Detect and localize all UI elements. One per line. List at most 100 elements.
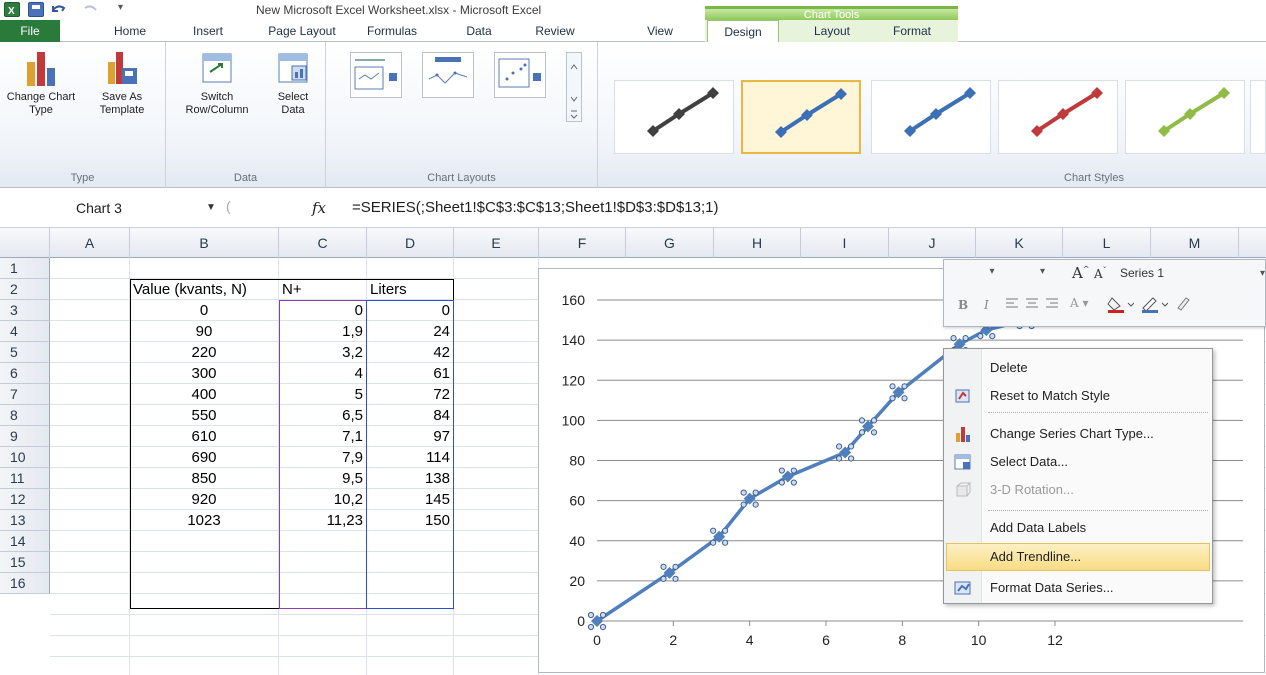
select-data-button[interactable]: Select Data bbox=[266, 48, 320, 117]
column-header-e[interactable]: E bbox=[454, 228, 539, 258]
table-cell[interactable]: 90 bbox=[130, 321, 278, 342]
table-cell[interactable]: 7,1 bbox=[279, 426, 366, 447]
table-cell[interactable]: 5 bbox=[279, 384, 366, 405]
tab-home[interactable]: Home bbox=[100, 20, 160, 42]
font-color-icon[interactable]: A ▾ bbox=[1070, 296, 1089, 310]
table-cell[interactable]: 10,2 bbox=[279, 489, 366, 510]
save-as-template-button[interactable]: Save As Template bbox=[82, 48, 162, 117]
menu-item-select-data[interactable]: Select Data... bbox=[946, 448, 1210, 476]
menu-item-add-data-labels[interactable]: Add Data Labels bbox=[946, 514, 1210, 542]
table-cell[interactable]: 97 bbox=[367, 426, 453, 447]
column-header-c[interactable]: C bbox=[279, 228, 367, 258]
select-all-corner[interactable] bbox=[0, 228, 50, 258]
table-cell[interactable]: 150 bbox=[367, 510, 453, 531]
chart-style-3[interactable] bbox=[871, 80, 991, 154]
tab-data[interactable]: Data bbox=[449, 20, 509, 42]
layout-thumb-1[interactable] bbox=[350, 52, 402, 98]
column-header-a[interactable]: A bbox=[50, 228, 130, 258]
table-cell[interactable]: 300 bbox=[130, 363, 278, 384]
table-cell[interactable]: 220 bbox=[130, 342, 278, 363]
column-header-g[interactable]: G bbox=[626, 228, 714, 258]
row-header[interactable]: 15 bbox=[0, 552, 50, 573]
table-cell[interactable]: 9,5 bbox=[279, 468, 366, 489]
chart-style-4[interactable] bbox=[998, 80, 1118, 154]
chart-style-5[interactable] bbox=[1125, 80, 1245, 154]
tab-page-layout[interactable]: Page Layout bbox=[257, 20, 347, 42]
row-header[interactable]: 9 bbox=[0, 426, 50, 447]
tab-review[interactable]: Review bbox=[520, 20, 590, 42]
tab-insert[interactable]: Insert bbox=[178, 20, 238, 42]
row-header[interactable]: 16 bbox=[0, 573, 50, 594]
table-cell[interactable]: 4 bbox=[279, 363, 366, 384]
series-select[interactable]: Series 1 ▾ bbox=[1120, 266, 1265, 284]
table-cell[interactable]: 42 bbox=[367, 342, 453, 363]
menu-item-reset-to-match-style[interactable]: Reset to Match Style bbox=[946, 382, 1210, 410]
row-header[interactable]: 14 bbox=[0, 531, 50, 552]
table-cell[interactable]: 84 bbox=[367, 405, 453, 426]
font-size-dropdown[interactable]: ▾ bbox=[1040, 266, 1070, 284]
chart-style-6[interactable] bbox=[1250, 80, 1266, 154]
chart-style-1[interactable] bbox=[614, 80, 734, 154]
table-cell[interactable]: 850 bbox=[130, 468, 278, 489]
row-header[interactable]: 10 bbox=[0, 447, 50, 468]
table-cell[interactable]: 3,2 bbox=[279, 342, 366, 363]
menu-item-change-series-chart-type[interactable]: Change Series Chart Type... bbox=[946, 420, 1210, 448]
redo-icon[interactable] bbox=[82, 2, 98, 17]
table-cell[interactable]: 550 bbox=[130, 405, 278, 426]
table-cell[interactable]: 0 bbox=[279, 300, 366, 321]
column-header-d[interactable]: D bbox=[367, 228, 454, 258]
table-cell[interactable]: 1023 bbox=[130, 510, 278, 531]
row-header[interactable]: 4 bbox=[0, 321, 50, 342]
align-left-icon[interactable] bbox=[1004, 296, 1064, 315]
tab-file[interactable]: File bbox=[0, 20, 60, 42]
tab-view[interactable]: View bbox=[630, 20, 690, 42]
insert-function-icon[interactable]: fx bbox=[312, 197, 326, 219]
column-header-k[interactable]: K bbox=[976, 228, 1063, 258]
customize-qat-icon[interactable]: ▾ bbox=[118, 2, 134, 17]
column-header-h[interactable]: H bbox=[714, 228, 801, 258]
fill-color-icon[interactable] bbox=[1106, 294, 1135, 317]
table-cell[interactable]: 72 bbox=[367, 384, 453, 405]
row-header[interactable]: 1 bbox=[0, 258, 50, 279]
column-header-f[interactable]: F bbox=[539, 228, 626, 258]
tab-design[interactable]: Design bbox=[707, 20, 779, 43]
column-header-i[interactable]: I bbox=[801, 228, 889, 258]
column-header-l[interactable]: L bbox=[1063, 228, 1151, 258]
row-header[interactable]: 13 bbox=[0, 510, 50, 531]
row-header[interactable]: 8 bbox=[0, 405, 50, 426]
layouts-scroll[interactable] bbox=[566, 52, 582, 122]
table-cell[interactable]: 24 bbox=[367, 321, 453, 342]
tab-formulas[interactable]: Formulas bbox=[352, 20, 432, 42]
formula-input[interactable]: =SERIES(;Sheet1!$C$3:$C$13;Sheet1!$D$3:$… bbox=[352, 197, 719, 219]
layout-thumb-2[interactable] bbox=[422, 52, 474, 98]
table-cell[interactable]: 920 bbox=[130, 489, 278, 510]
table-cell[interactable]: 114 bbox=[367, 447, 453, 468]
table-cell[interactable]: 6,5 bbox=[279, 405, 366, 426]
tab-layout[interactable]: Layout bbox=[797, 20, 867, 42]
table-cell[interactable]: 690 bbox=[130, 447, 278, 468]
table-cell[interactable]: 0 bbox=[130, 300, 278, 321]
column-header-b[interactable]: B bbox=[130, 228, 279, 258]
italic-button[interactable]: I bbox=[984, 298, 989, 312]
table-cell[interactable]: 138 bbox=[367, 468, 453, 489]
chart-style-2[interactable] bbox=[741, 80, 861, 154]
tab-format[interactable]: Format bbox=[877, 20, 947, 42]
bold-button[interactable]: B bbox=[958, 298, 968, 312]
row-header[interactable]: 11 bbox=[0, 468, 50, 489]
table-cell[interactable]: 1,9 bbox=[279, 321, 366, 342]
name-box-dropdown-icon[interactable]: ▼ bbox=[206, 197, 216, 219]
format-painter-icon[interactable] bbox=[1174, 294, 1194, 317]
menu-item-format-data-series[interactable]: Format Data Series... bbox=[946, 574, 1210, 602]
table-cell[interactable]: 400 bbox=[130, 384, 278, 405]
row-header[interactable]: 6 bbox=[0, 363, 50, 384]
table-header-cell[interactable]: Liters bbox=[367, 279, 453, 300]
table-cell[interactable]: 11,23 bbox=[279, 510, 366, 531]
row-header[interactable]: 5 bbox=[0, 342, 50, 363]
column-header-j[interactable]: J bbox=[889, 228, 976, 258]
name-box[interactable]: Chart 3 bbox=[14, 197, 234, 219]
save-icon[interactable] bbox=[28, 2, 44, 17]
table-cell[interactable]: 7,9 bbox=[279, 447, 366, 468]
switch-row-column-button[interactable]: Switch Row/Column bbox=[174, 48, 260, 117]
shrink-font-button[interactable]: Aˇ bbox=[1094, 266, 1107, 281]
grow-font-button[interactable]: A^ bbox=[1072, 264, 1090, 282]
